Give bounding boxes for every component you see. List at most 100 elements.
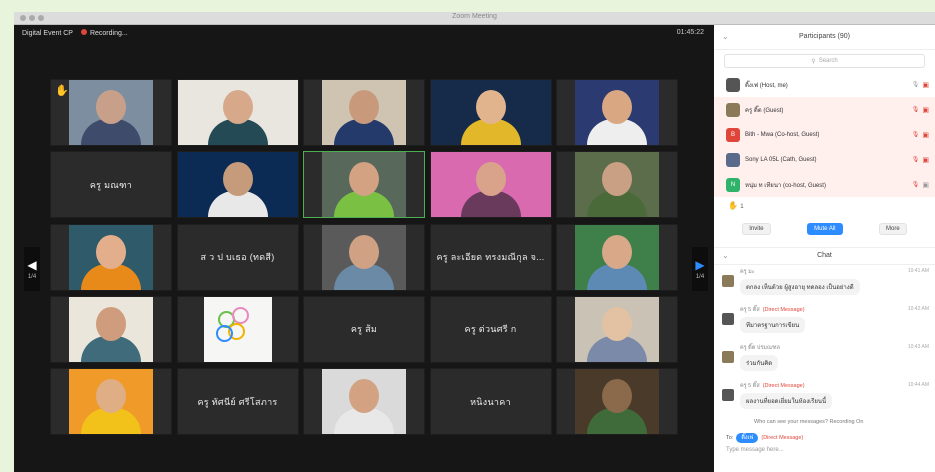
participant-face	[602, 306, 632, 341]
logo-petal	[231, 306, 249, 324]
video-tile[interactable]	[50, 368, 172, 435]
microphone-icon[interactable]: 🎙	[912, 81, 920, 89]
participant-list: ติ๊งเฟ (Host, me) 🎙 ▣ ครู ติ๊ต (Guest) 🎙 ▣ B Bi…	[714, 72, 935, 197]
direct-message-label: (Direct Message)	[762, 307, 805, 313]
avatar: N	[726, 177, 740, 192]
participant-row[interactable]: ติ๊งเฟ (Host, me) 🎙 ▣	[714, 72, 935, 97]
invite-button[interactable]: Invite	[742, 223, 771, 235]
video-tile[interactable]	[556, 295, 678, 363]
video-tile[interactable]: ส ว ป บเธอ (ทดสี)	[176, 223, 299, 291]
video-tile[interactable]: ครู ละเอียด ทรงมณีกุล จ...	[429, 223, 552, 291]
meeting-topbar: Digital Event CP Recording...	[22, 29, 128, 37]
participant-face	[475, 90, 506, 124]
participant-face	[349, 90, 379, 124]
participant-actions: Invite Mute All More	[714, 219, 935, 239]
video-tile[interactable]	[176, 295, 299, 363]
sender-name: ครู 5 ติ๊ส	[740, 383, 760, 389]
video-tile[interactable]	[303, 368, 425, 435]
participant-face	[349, 234, 379, 269]
microphone-icon[interactable]: 🎙	[912, 181, 920, 189]
recipient-select[interactable]: ติ๊งเฟ	[736, 433, 759, 443]
video-tile[interactable]	[556, 79, 678, 146]
chat-input[interactable]: Type message here...	[714, 445, 935, 455]
participant-video	[69, 224, 153, 290]
reaction-row: ✋ 1	[714, 197, 935, 219]
participant-video	[322, 80, 406, 145]
chevron-down-icon[interactable]: ⌄	[722, 248, 729, 264]
video-tile[interactable]: ครู ทัศนีย์ ศรีโสภาร	[176, 368, 299, 435]
video-tile[interactable]	[303, 79, 425, 146]
video-tile[interactable]	[176, 151, 299, 219]
video-tile[interactable]	[50, 223, 172, 291]
microphone-icon[interactable]: 🎙	[912, 106, 920, 114]
video-tile[interactable]	[303, 223, 425, 291]
video-tile[interactable]	[176, 79, 299, 146]
chevron-down-icon[interactable]: ⌄	[722, 25, 729, 49]
video-tile[interactable]	[556, 368, 678, 435]
video-tile[interactable]	[50, 295, 172, 363]
page-indicator-right: 1/4	[695, 274, 705, 280]
participant-search-input[interactable]: ⚲ Search	[724, 54, 925, 68]
camera-icon[interactable]: ▣	[922, 181, 929, 189]
record-icon	[80, 29, 87, 35]
participant-face	[602, 234, 632, 269]
recording-note[interactable]: Who can see your messages? Recording On	[714, 417, 935, 427]
next-page-button[interactable]: ▶ 1/4	[692, 247, 708, 291]
participant-row[interactable]: N หนุ่ม ท เทียนา (co-host, Guest) 🎙 ▣	[714, 172, 935, 197]
participant-video	[322, 152, 406, 218]
participant-status-icons: 🎙 ▣	[912, 81, 929, 89]
window-title: Zoom Meeting	[452, 13, 497, 20]
video-tile[interactable]	[303, 151, 425, 219]
participant-face	[349, 162, 379, 197]
camera-icon[interactable]: ▣	[922, 131, 929, 139]
participant-face	[602, 90, 632, 124]
participant-status-icons: 🎙 ▣	[912, 156, 929, 164]
chat-message: ครู มะ ตกลง เห็นด้วย ผู้สูงอายุ ทดลอง เป็…	[714, 265, 935, 303]
participant-row[interactable]: ครู ติ๊ต (Guest) 🎙 ▣	[714, 97, 935, 122]
video-tile[interactable]	[556, 151, 678, 219]
microphone-icon[interactable]: 🎙	[912, 131, 920, 139]
video-tile[interactable]: ครู ต่วนศรี ก	[429, 295, 552, 363]
participant-name: ครู ส้ม	[350, 324, 378, 335]
video-tile[interactable]	[429, 151, 552, 219]
participant-face	[222, 162, 253, 197]
participant-name: หนุ่ม ท เทียนา (co-host, Guest)	[745, 182, 826, 189]
chat-messages: ครู มะ ตกลง เห็นด้วย ผู้สูงอายุ ทดลอง เป็…	[714, 265, 935, 417]
participant-face	[475, 162, 506, 197]
video-tile[interactable]	[556, 223, 678, 291]
video-tile[interactable]: ครู ส้ม	[303, 295, 425, 363]
participant-face	[96, 90, 126, 124]
camera-icon[interactable]: ▣	[922, 156, 929, 164]
chat-message: ครู 5 ติ๊ส (Direct Message) ผลงานที่ยอดเยี…	[714, 379, 935, 417]
camera-icon[interactable]: ▣	[922, 106, 929, 114]
avatar	[726, 152, 740, 167]
more-button[interactable]: More	[879, 223, 907, 235]
prev-page-button[interactable]: ◀ 1/4	[24, 247, 40, 291]
avatar	[726, 77, 740, 92]
microphone-icon[interactable]: 🎙	[912, 156, 920, 164]
participant-row[interactable]: Sony LA 05L (Cath, Guest) 🎙 ▣	[714, 147, 935, 172]
sender-name: ครู ติ๊ต ปรมณฑล	[740, 345, 780, 351]
gallery-grid: ✋ ครู มณฑาส ว ป บเธอ (ทดสี) ครู ละเอียด ทร…	[50, 79, 678, 439]
participant-row[interactable]: B Bith - Mwa (Co-host, Guest) 🎙 ▣	[714, 122, 935, 147]
mute-all-button[interactable]: Mute All	[807, 223, 843, 235]
meeting-timer: 01:45:22	[676, 29, 704, 36]
page-indicator-left: 1/4	[27, 274, 37, 280]
participant-video	[575, 152, 659, 218]
chat-message: ครู 5 ติ๊ส (Direct Message) ทีมาตรฐานการเข…	[714, 303, 935, 341]
message-sender: ครู มะ	[740, 268, 927, 276]
chevron-left-icon: ◀	[27, 258, 37, 272]
video-tile[interactable]	[429, 79, 552, 146]
camera-icon[interactable]: ▣	[922, 81, 929, 89]
message-time: 10:41 AM	[907, 268, 929, 274]
chat-header: ⌄ Chat	[714, 247, 935, 265]
participant-face	[96, 234, 126, 269]
raised-hand-icon: ✋	[728, 201, 738, 210]
recording-indicator[interactable]: Recording...	[80, 29, 128, 37]
video-tile[interactable]: ✋	[50, 79, 172, 146]
participant-video	[575, 80, 659, 145]
participant-face	[96, 306, 126, 341]
video-tile[interactable]: ครู มณฑา	[50, 151, 172, 219]
message-sender: ครู 5 ติ๊ส (Direct Message)	[740, 382, 927, 390]
video-tile[interactable]: หนิงนาคา	[429, 368, 552, 435]
